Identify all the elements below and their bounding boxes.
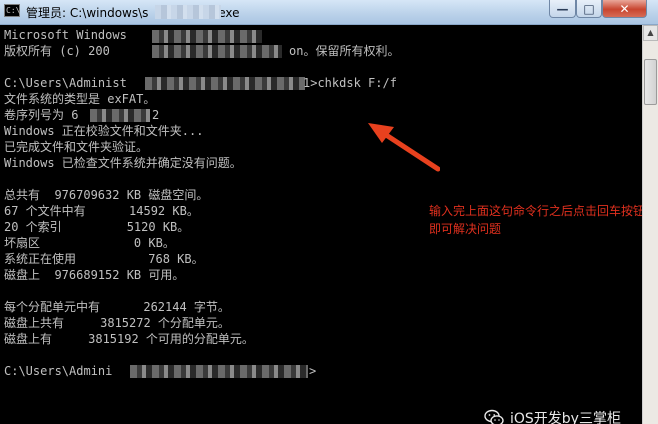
console-line: 总共有 976709632 KB 磁盘空间。 [4, 188, 209, 202]
redaction [152, 30, 262, 43]
close-icon: ✕ [619, 2, 630, 16]
vertical-scrollbar[interactable]: ▲ [642, 25, 658, 424]
redaction [152, 45, 282, 58]
redaction [130, 365, 308, 378]
command-prompt: C:\Users\Administ [4, 76, 127, 90]
minimize-icon: — [556, 2, 569, 16]
close-button[interactable]: ✕ [602, 0, 647, 18]
console-line-tail: on。保留所有权利。 [289, 44, 400, 58]
scrollbar-thumb[interactable] [644, 59, 657, 105]
console-line: 文件系统的类型是 exFAT。 [4, 92, 156, 106]
console-line: 磁盘上 976689152 KB 可用。 [4, 268, 185, 282]
annotation-arrow [368, 123, 440, 172]
command-prompt: C:\Users\Admini [4, 364, 113, 378]
command-cursor: > [309, 364, 317, 378]
console-line: 卷序列号为 6 [4, 108, 79, 122]
watermark-text: iOS开发by三掌柜 [510, 411, 621, 424]
cmd-window: C:\ 管理员: C:\windows\s .exe — □ ✕ Microsof… [0, 0, 658, 424]
title-redaction [155, 5, 221, 19]
console-line: Windows 已检查文件系统并确定没有问题。 [4, 156, 242, 170]
console-line: 已完成文件和文件夹验证。 [4, 140, 149, 154]
minimize-button[interactable]: — [549, 0, 576, 18]
annotation-note: 输入完上面这句命令行之后点击回车按钮，即可解决问题 [429, 204, 642, 236]
console-line: 坏扇区 0 KB。 [4, 236, 175, 250]
console-line: 系统正在使用 768 KB。 [4, 252, 204, 266]
console-line: 67 个文件中有 14592 KB。 [4, 204, 199, 218]
console-output[interactable]: Microsoft Windows 版权所有 (c) 200 on。保留所有权利… [0, 25, 642, 424]
console-line: 20 个索引 5120 KB。 [4, 220, 190, 234]
cmd-app-icon: C:\ [4, 4, 21, 17]
command-text: 1>chkdsk F:/f [303, 76, 397, 90]
window-title-prefix: 管理员: C:\windows\s [26, 6, 149, 20]
console-line: 磁盘上共有 3815272 个分配单元。 [4, 316, 230, 330]
redaction [145, 77, 305, 90]
title-bar[interactable]: C:\ 管理员: C:\windows\s .exe — □ ✕ [0, 0, 658, 25]
console-line-tail: 2 [152, 108, 160, 122]
console-line: Windows 正在校验文件和文件夹... [4, 124, 204, 138]
wechat-icon [484, 409, 504, 424]
maximize-icon: □ [583, 2, 595, 16]
console-line: 每个分配单元中有 262144 字节。 [4, 300, 230, 314]
scroll-up-button[interactable]: ▲ [643, 25, 658, 41]
console-line: 版权所有 (c) 200 [4, 44, 110, 58]
redaction [90, 109, 150, 122]
console-line: Microsoft Windows [4, 28, 127, 42]
console-line: 磁盘上有 3815192 个可用的分配单元。 [4, 332, 254, 346]
maximize-button[interactable]: □ [576, 0, 602, 18]
